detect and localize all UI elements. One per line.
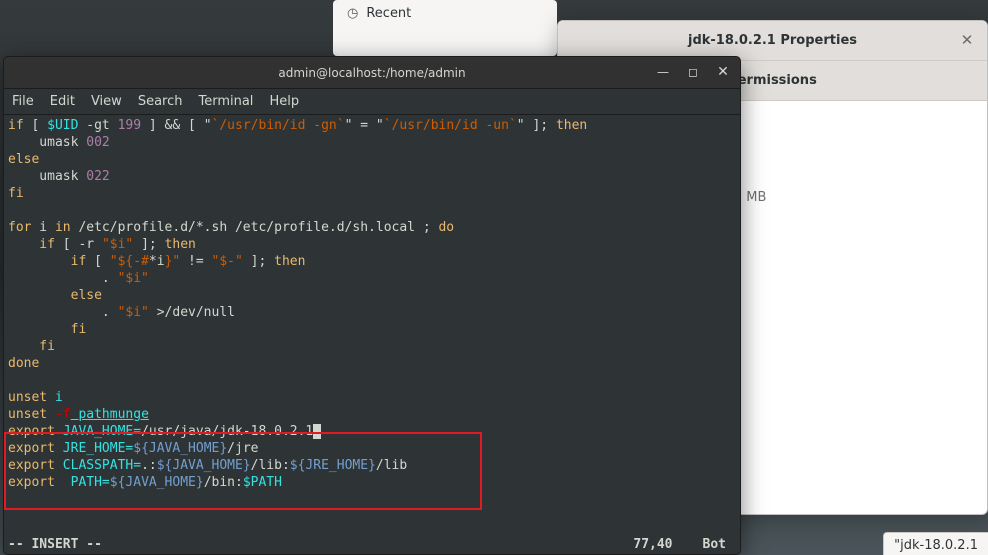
terminal-menubar: File Edit View Search Terminal Help [4, 89, 740, 115]
menu-edit[interactable]: Edit [50, 94, 75, 109]
sidebar-item-recent[interactable]: ◷ Recent [333, 0, 557, 27]
close-icon[interactable]: ✕ [957, 31, 977, 51]
properties-title: jdk-18.0.2.1 Properties [688, 33, 857, 48]
close-button[interactable]: ✕ [712, 61, 734, 83]
terminal-content[interactable]: if [ $UID -gt 199 ] && [ "`/usr/bin/id -… [4, 115, 740, 535]
sidebar-item-label: Recent [366, 6, 411, 21]
vim-status-bar: -- INSERT -- 77,40 Bot [4, 535, 740, 554]
minimize-button[interactable]: — [652, 61, 674, 83]
vim-position: 77,40 [633, 537, 672, 552]
vim-mode: -- INSERT -- [8, 537, 102, 552]
terminal-title: admin@localhost:/home/admin [278, 66, 465, 80]
files-sidebar-fragment: ◷ Recent [333, 0, 557, 56]
cursor [313, 424, 321, 439]
menu-file[interactable]: File [12, 94, 34, 109]
terminal-titlebar[interactable]: admin@localhost:/home/admin — ◻ ✕ [4, 57, 740, 89]
menu-help[interactable]: Help [269, 94, 299, 109]
properties-titlebar[interactable]: jdk-18.0.2.1 Properties ✕ [558, 21, 987, 61]
menu-view[interactable]: View [91, 94, 122, 109]
vim-scroll: Bot [703, 537, 726, 552]
maximize-button[interactable]: ◻ [682, 61, 704, 83]
tab-permissions[interactable]: Permissions [728, 73, 817, 88]
terminal-window: admin@localhost:/home/admin — ◻ ✕ File E… [3, 56, 741, 555]
clock-icon: ◷ [347, 6, 358, 21]
menu-terminal[interactable]: Terminal [198, 94, 253, 109]
taskbar-tab[interactable]: "jdk-18.0.2.1 [883, 532, 988, 555]
menu-search[interactable]: Search [138, 94, 183, 109]
